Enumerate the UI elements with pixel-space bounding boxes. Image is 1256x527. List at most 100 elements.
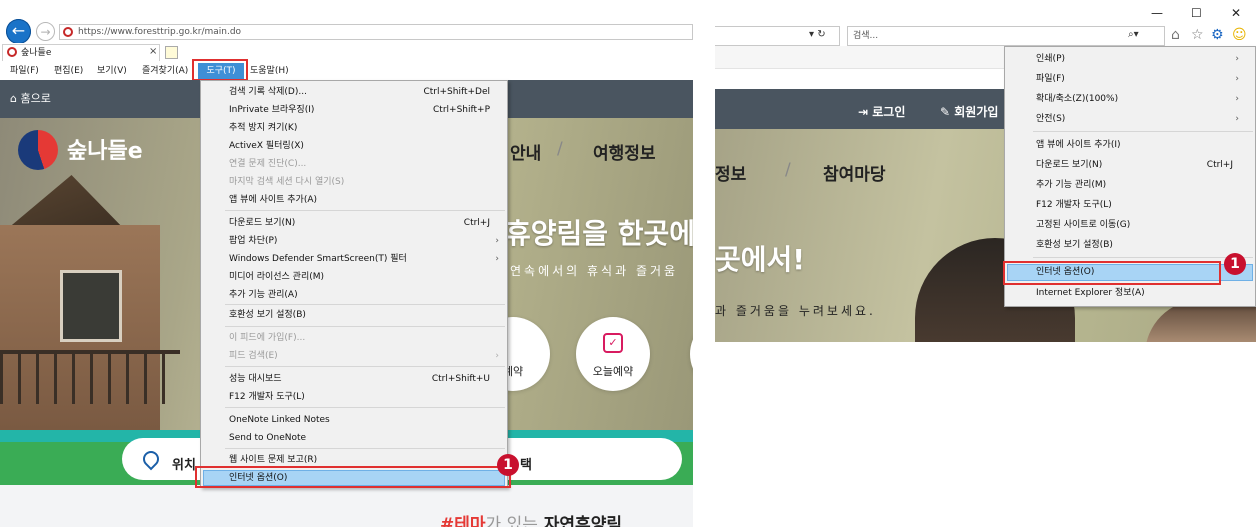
login-label: 로그인 <box>872 105 906 119</box>
menu-separator <box>1033 131 1253 132</box>
smiley-feedback-icon[interactable]: ☺ <box>1232 27 1247 43</box>
today-reserve-label: 오늘예약 <box>592 365 634 378</box>
menu-item-print[interactable]: 인쇄(P) <box>1036 53 1065 65</box>
submenu-arrow-icon: › <box>1235 114 1239 124</box>
menu-separator <box>225 407 505 408</box>
menu-item-diagnose: 연결 문제 진단(C)... <box>229 159 307 169</box>
theme-mid: 가 있는 <box>485 515 538 527</box>
menu-item-pinned-sites[interactable]: 고정된 사이트로 이동(G) <box>1036 219 1130 231</box>
menu-item-activex-filtering[interactable]: ActiveX 필터링(X) <box>229 140 304 152</box>
home-link[interactable]: ⌂ 홈으로 <box>10 90 51 106</box>
join-link[interactable]: ✎ 회원가입 <box>940 103 998 120</box>
menu-item-onenote-linked[interactable]: OneNote Linked Notes <box>229 414 330 426</box>
menu-item-manage-addons[interactable]: 추가 기능 관리(M) <box>1036 179 1106 191</box>
menu-item-compat-view[interactable]: 호환성 보기 설정(B) <box>229 309 306 321</box>
hero-subtitle: 연속에서의 휴식과 즐거움 <box>510 264 679 278</box>
join-label: 회원가입 <box>954 105 999 119</box>
theme-section-title: #테마가 있는 자연휴양림 <box>440 510 622 527</box>
submenu-arrow-icon: › <box>1235 54 1239 64</box>
close-button[interactable]: ✕ <box>1231 6 1241 20</box>
shortcut-downloads: Ctrl+J <box>1206 160 1233 170</box>
menu-item-perf-dashboard[interactable]: 성능 대시보드 <box>229 373 282 385</box>
menu-item-f12-devtools[interactable]: F12 개발자 도구(L) <box>229 391 305 403</box>
nav-participation[interactable]: 참여마당 <box>823 160 886 185</box>
menu-item-file[interactable]: 파일(F) <box>1036 73 1065 85</box>
callout-box-tools <box>192 59 248 81</box>
menu-item-reopen-session: 마지막 검색 세션 다시 열기(S) <box>229 177 345 187</box>
menu-item-subscribe-feed: 이 피드에 가입(F)... <box>229 333 306 343</box>
menu-separator <box>225 366 505 367</box>
menu-item-f12-devtools[interactable]: F12 개발자 도구(L) <box>1036 199 1112 211</box>
cabin-railing-image <box>0 350 180 404</box>
location-search-label: 위치 <box>172 458 196 473</box>
refresh-icon[interactable]: ▾ ↻ <box>809 29 826 40</box>
menu-separator <box>225 326 505 327</box>
home-icon[interactable]: ⌂ <box>1171 27 1180 43</box>
login-link[interactable]: ⇥ 로그인 <box>858 103 905 120</box>
menu-item-smartscreen[interactable]: Windows Defender SmartScreen(T) 필터 <box>229 253 407 265</box>
hero-title: 휴양림을 한곳에서 <box>505 217 693 250</box>
theme-hash: #테마 <box>440 515 486 527</box>
tab-close-icon[interactable]: × <box>149 46 157 57</box>
menu-item-add-app-view[interactable]: 앱 뷰에 사이트 추가(A) <box>229 194 317 206</box>
menu-item-media-license[interactable]: 미디어 라이선스 관리(M) <box>229 271 324 283</box>
menu-item-manage-addons[interactable]: 추가 기능 관리(A) <box>229 289 298 301</box>
menu-item-downloads[interactable]: 다운로드 보기(N) <box>1036 159 1102 171</box>
cabin-window-image <box>60 270 122 342</box>
menu-item-tracking-protection[interactable]: 추적 방지 켜기(K) <box>229 122 297 134</box>
forward-button[interactable]: → <box>36 22 55 41</box>
nav-travel-info[interactable]: 정보 <box>715 160 746 185</box>
menu-item-report-problem[interactable]: 웹 사이트 문제 보고(R) <box>229 454 317 466</box>
hero-subtitle: 과 즐거움을 누려보세요. <box>715 304 876 318</box>
site-favicon-icon <box>63 27 73 37</box>
menu-item-safety[interactable]: 안전(S) <box>1036 113 1065 125</box>
menu-item-add-app-view[interactable]: 앱 뷰에 사이트 추가(I) <box>1036 139 1121 151</box>
menu-edit[interactable]: 편집(E) <box>54 63 83 79</box>
submenu-arrow-icon: › <box>495 236 499 246</box>
browser-tab[interactable]: 숲나들e <box>2 44 160 61</box>
menu-item-popup-blocker[interactable]: 팝업 차단(P) <box>229 235 277 247</box>
search-input[interactable]: 검색... <box>847 26 1165 46</box>
menu-item-inprivate[interactable]: InPrivate 브라우징(I) <box>229 104 314 116</box>
back-button[interactable]: ← <box>6 19 31 44</box>
theme-select-label[interactable]: 택 <box>520 454 532 473</box>
new-tab-icon[interactable] <box>165 46 178 59</box>
right-browser-window: — ☐ ✕ ▾ ↻ 검색... ⌕▾ ⌂ ☆ ⚙ ☺ ⇥ 로그인 ✎ 회원가입 … <box>715 0 1256 342</box>
theme-end: 자연휴양림 <box>543 515 622 527</box>
favorites-star-icon[interactable]: ☆ <box>1191 27 1204 43</box>
menu-help[interactable]: 도움말(H) <box>250 63 289 79</box>
submenu-arrow-icon: › <box>495 254 499 264</box>
tools-dropdown-menu: 검색 기록 삭제(D)... Ctrl+Shift+Del InPrivate … <box>200 80 508 488</box>
menu-file[interactable]: 파일(F) <box>10 63 39 79</box>
submenu-arrow-icon: › <box>1235 94 1239 104</box>
gear-icon[interactable]: ⚙ <box>1211 27 1224 43</box>
nav-separator: / <box>557 139 563 159</box>
submenu-arrow-icon: › <box>495 351 499 361</box>
nav-separator: / <box>785 160 791 180</box>
menu-favorites[interactable]: 즐겨찾기(A) <box>142 63 188 79</box>
menu-item-feed-discovery: 피드 검색(E) <box>229 351 278 361</box>
menu-view[interactable]: 보기(V) <box>97 63 127 79</box>
url-field[interactable]: https://www.foresttrip.go.kr/main.do <box>59 24 693 40</box>
menu-separator <box>225 304 505 305</box>
menu-item-zoom[interactable]: 확대/축소(Z)(100%) <box>1036 93 1118 105</box>
site-logo-icon[interactable] <box>18 130 58 170</box>
site-logo-text[interactable]: 숲나들e <box>67 133 143 165</box>
calendar-check-icon: ✓ <box>603 333 623 353</box>
menu-item-delete-history[interactable]: 검색 기록 삭제(D)... <box>229 86 307 98</box>
search-icon[interactable]: ⌕▾ <box>1128 29 1139 40</box>
nav-guide[interactable]: 안내 <box>510 139 541 164</box>
maximize-button[interactable]: ☐ <box>1191 6 1202 20</box>
minimize-button[interactable]: — <box>1151 6 1163 20</box>
menu-item-downloads[interactable]: 다운로드 보기(N) <box>229 217 295 229</box>
tab-favicon-icon <box>7 47 17 57</box>
nav-travel-info[interactable]: 여행정보 <box>593 139 656 164</box>
menu-item-send-onenote[interactable]: Send to OneNote <box>229 432 306 444</box>
today-reserve-button[interactable]: ✓ 오늘예약 <box>576 317 650 391</box>
menu-item-about-ie[interactable]: Internet Explorer 정보(A) <box>1036 287 1145 299</box>
shortcut-perf-dashboard: Ctrl+Shift+U <box>431 374 490 384</box>
menu-separator <box>225 210 505 211</box>
shortcut-inprivate: Ctrl+Shift+P <box>433 105 490 115</box>
step-number-badge: 1 <box>497 454 519 476</box>
menu-item-compat-view[interactable]: 호환성 보기 설정(B) <box>1036 239 1113 251</box>
